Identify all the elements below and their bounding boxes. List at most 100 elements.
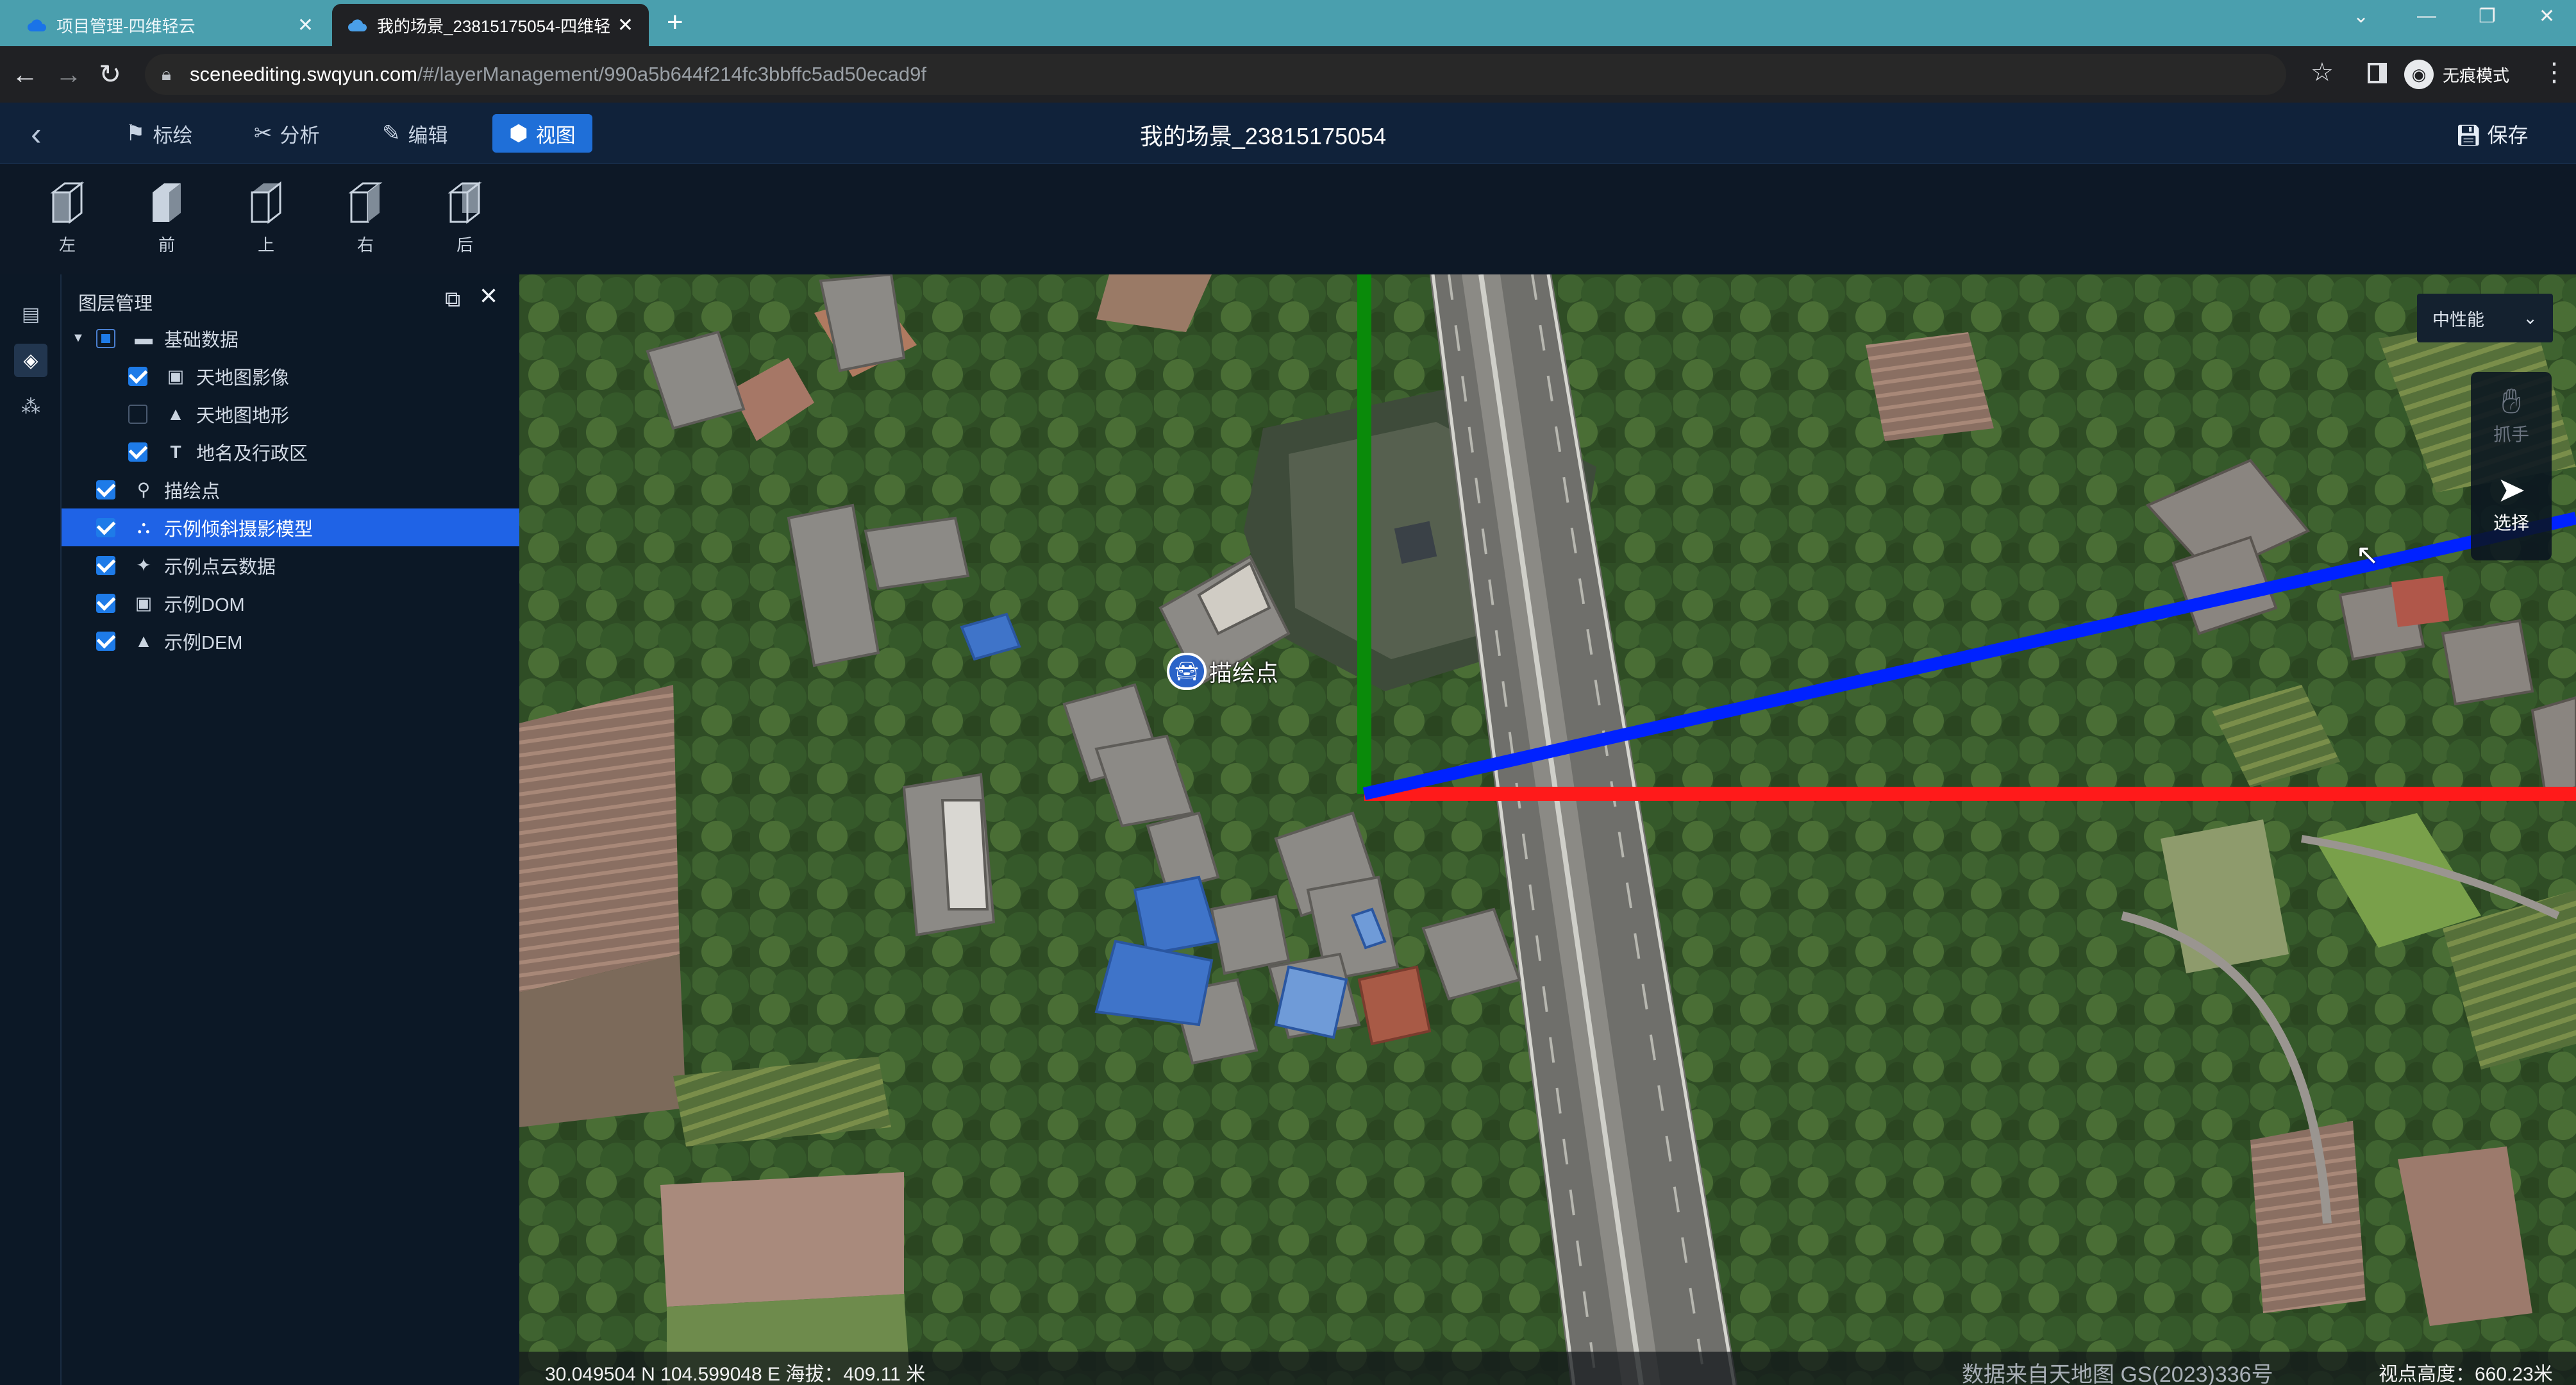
view-back-button[interactable]: 后	[436, 178, 494, 256]
layer-checkbox[interactable]	[96, 555, 115, 575]
view-label: 左	[58, 235, 76, 255]
layer-row-oblique-model[interactable]: ⛬ 示例倾斜摄影模型	[62, 508, 519, 546]
tab-plot[interactable]: ⚑ 标绘	[109, 114, 209, 153]
url-field[interactable]: 🔒︎ sceneediting.swqyun.com/#/layerManage…	[145, 54, 2286, 95]
folder-icon: ▬	[135, 328, 153, 348]
data-source-credit: 数据来自天地图 GS(2023)336号	[1962, 1363, 2273, 1385]
layer-row-tianditu-terrain[interactable]: ▲ 天地图地形	[62, 395, 519, 433]
close-icon[interactable]: ×	[480, 281, 498, 312]
tab-label: 分析	[280, 124, 320, 147]
incognito-icon: ◉	[2404, 60, 2434, 89]
popout-icon[interactable]: ⧉	[445, 287, 460, 312]
document-icon[interactable]: ▤	[14, 298, 47, 331]
tab-analysis[interactable]: ✂ 分析	[237, 114, 337, 153]
hand-icon: ✋︎	[2501, 382, 2522, 421]
map-tools: ✋︎ 抓手 ➤ 选择	[2471, 372, 2552, 560]
layer-label: 示例倾斜摄影模型	[164, 519, 314, 540]
view-right-button[interactable]: 右	[337, 178, 394, 256]
browser-tab-scene[interactable]: 我的场景_23815175054-四维轻 ✕	[332, 4, 649, 46]
cloud-icon	[347, 15, 367, 35]
layer-row-point-cloud[interactable]: ✦ 示例点云数据	[62, 546, 519, 584]
save-button[interactable]: 💾︎ 保存	[2455, 119, 2529, 149]
more-vert-icon[interactable]: ⋮	[2541, 58, 2567, 87]
share-icon[interactable]: ⁂	[14, 390, 47, 423]
layer-row-plot-points[interactable]: ⚲ 描绘点	[62, 471, 519, 508]
browser-tab-project[interactable]: 项目管理-四维轻云 ✕	[12, 4, 329, 46]
minimize-icon[interactable]: —	[2417, 5, 2436, 27]
cube-right-icon	[348, 182, 383, 223]
pointer-icon: ➤	[2497, 471, 2526, 509]
performance-select[interactable]: 中性能 ⌄	[2417, 294, 2553, 342]
close-tab-icon[interactable]: ✕	[297, 14, 314, 37]
layer-checkbox[interactable]	[128, 442, 147, 462]
layer-row-tianditu-imagery[interactable]: ▣ 天地图影像	[62, 357, 519, 395]
cube-front-icon	[153, 183, 181, 222]
tab-label: 标绘	[153, 124, 193, 147]
tab-search-icon[interactable]: ⌄	[2353, 5, 2369, 28]
layers-icon[interactable]: ◈	[14, 344, 47, 377]
caret-down-icon[interactable]: ▼	[72, 331, 85, 346]
back-arrow-icon[interactable]: ←	[12, 59, 38, 90]
incognito-label: 无痕模式	[2443, 65, 2510, 85]
scene-title: 我的场景_23815175054	[1139, 123, 1387, 149]
layer-row-basic-data[interactable]: ▼ ▬ 基础数据	[62, 319, 519, 357]
aerial-imagery	[519, 274, 2576, 1385]
new-tab-button[interactable]: +	[667, 6, 683, 38]
pin-icon: ⚲	[137, 480, 151, 499]
layer-label: 示例DOM	[164, 594, 245, 616]
layer-label: 描绘点	[164, 481, 221, 502]
layer-checkbox[interactable]	[96, 480, 115, 499]
layer-checkbox[interactable]	[96, 593, 115, 613]
layer-row-placenames[interactable]: T 地名及行政区	[62, 433, 519, 471]
layer-row-dom[interactable]: ▣ 示例DOM	[62, 584, 519, 622]
forward-arrow-icon[interactable]: →	[55, 59, 82, 90]
status-bar: 30.049504 N 104.599048 E 海拔：409.11 米 数据来…	[519, 1352, 2576, 1385]
layer-row-dem[interactable]: ▲ 示例DEM	[62, 622, 519, 660]
left-rail: ▤ ◈ ⁂	[0, 274, 62, 1385]
save-icon: 💾︎	[2455, 124, 2482, 147]
layer-label: 天地图地形	[196, 405, 290, 426]
layer-label: 示例DEM	[164, 632, 243, 653]
tab-label: 编辑	[408, 124, 448, 147]
reload-icon[interactable]: ↻	[99, 59, 121, 90]
view-front-button[interactable]: 前	[138, 178, 196, 256]
layer-checkbox[interactable]	[96, 517, 115, 537]
view-label: 后	[456, 235, 473, 255]
text-icon: T	[170, 441, 181, 462]
cube-top-icon	[251, 181, 281, 224]
layer-checkbox[interactable]	[128, 366, 147, 386]
layer-checkbox[interactable]	[128, 404, 147, 424]
incognito-indicator[interactable]: ◉ 无痕模式	[2404, 56, 2509, 92]
image-icon: ▣	[167, 366, 185, 386]
back-chevron-icon[interactable]: ‹	[31, 115, 42, 153]
tab-edit[interactable]: ✎ 编辑	[365, 114, 465, 153]
performance-value: 中性能	[2432, 310, 2484, 330]
save-label: 保存	[2487, 124, 2529, 147]
layer-checkbox[interactable]	[96, 328, 115, 348]
close-tab-icon[interactable]: ✕	[617, 14, 633, 37]
select-tool-button[interactable]: ➤ 选择	[2471, 471, 2552, 535]
layer-label: 天地图影像	[196, 367, 290, 389]
terrain-icon: ▲	[135, 630, 153, 651]
layer-label: 基础数据	[164, 330, 239, 351]
pointcloud-icon: ✦	[136, 555, 151, 575]
tab-view[interactable]: ⬢ 视图	[492, 114, 592, 153]
tool-label: 选择	[2493, 513, 2529, 533]
star-icon[interactable]: ☆	[2311, 58, 2334, 87]
view-top-button[interactable]: 上	[237, 178, 295, 256]
plot-point-marker[interactable]: 🚘︎ 描绘点	[1167, 653, 1278, 690]
lock-icon: 🔒︎	[162, 64, 171, 84]
layer-tree: ▼ ▬ 基础数据 ▣ 天地图影像 ▲ 天地图地形 T 地名及行政区 ⚲ 描绘点 …	[62, 319, 519, 660]
side-panel-icon[interactable]	[2368, 63, 2387, 83]
tool-label: 抓手	[2493, 424, 2529, 444]
restore-icon[interactable]: ❐	[2479, 5, 2496, 28]
cursor-coordinates: 30.049504 N 104.599048 E 海拔：409.11 米	[545, 1364, 926, 1385]
layer-label: 示例点云数据	[164, 557, 276, 578]
image-icon: ▣	[135, 593, 153, 613]
close-window-icon[interactable]: ✕	[2539, 5, 2555, 28]
grab-tool-button[interactable]: ✋︎ 抓手	[2471, 382, 2552, 446]
map-viewport[interactable]: 🚘︎ 描绘点 中性能 ⌄ ✋︎ 抓手 ➤ 选择 ↖ 30.049504 N 10…	[519, 274, 2576, 1385]
view-left-button[interactable]: 左	[38, 178, 96, 256]
layer-checkbox[interactable]	[96, 631, 115, 651]
chevron-down-icon: ⌄	[2523, 308, 2538, 328]
